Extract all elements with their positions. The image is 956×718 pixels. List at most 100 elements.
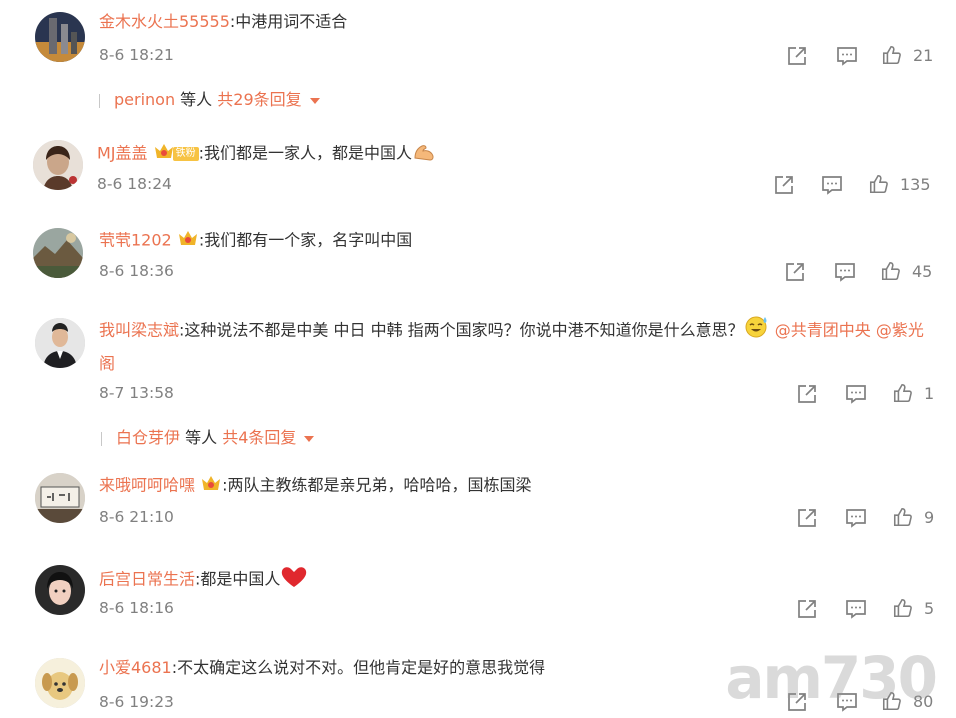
share-icon [788, 47, 806, 65]
share-icon [798, 600, 816, 618]
timestamp: 8-6 19:23 [99, 693, 174, 711]
timestamp: 8-6 18:21 [99, 46, 174, 64]
like-button[interactable]: 5 [892, 597, 934, 619]
comment-icon [846, 600, 866, 619]
timestamp: 8-6 18:24 [97, 175, 172, 193]
like-count: 21 [913, 45, 934, 65]
username-link[interactable]: 小爱4681 [99, 658, 172, 677]
like-button[interactable]: 9 [892, 506, 934, 528]
comment-body: 茕茕1202 :我们都有一个家，名字叫中国 [99, 228, 412, 254]
avatar[interactable] [35, 473, 85, 523]
comment-icon [822, 176, 842, 195]
flexed-biceps-icon [412, 140, 438, 168]
reply-mid: 等人 [180, 428, 223, 447]
like-count: 5 [924, 598, 935, 618]
comment-text: :中港用词不适合 [229, 12, 348, 31]
replies-summary[interactable]: 白仓芽伊 等人 共4条回复 [101, 424, 315, 448]
comment-text: :都是中国人 [195, 569, 281, 589]
sweat-smile-icon [744, 314, 770, 348]
thumbs-up-icon [869, 174, 888, 194]
comment-button[interactable] [833, 260, 857, 284]
share-icon [775, 176, 793, 194]
comment-actions: 5 [795, 597, 945, 621]
avatar[interactable] [35, 12, 85, 62]
reply-total[interactable]: 共29条回复 [217, 90, 301, 109]
avatar[interactable] [33, 140, 83, 190]
crown-icon [153, 141, 175, 167]
like-button[interactable]: 135 [868, 173, 931, 195]
fan-badge: 铁粉 [172, 147, 199, 161]
red-heart-icon [280, 565, 308, 595]
comment-button[interactable] [820, 173, 844, 197]
thumbs-up-icon [893, 383, 912, 403]
comment-body: 来哦呵呵哈嘿 :两队主教练都是亲兄弟，哈哈哈，国栋国梁 [99, 473, 532, 499]
like-count: 9 [924, 507, 935, 527]
crown-icon [177, 228, 199, 254]
reply-total[interactable]: 共4条回复 [222, 428, 296, 447]
divider [99, 93, 100, 108]
share-icon [786, 263, 804, 281]
repost-button[interactable] [795, 597, 819, 621]
reply-user[interactable]: 白仓芽伊 [116, 428, 180, 447]
repost-button[interactable] [783, 260, 807, 284]
avatar[interactable] [35, 658, 85, 708]
comment-actions: 135 [772, 173, 952, 197]
chevron-down-icon [304, 435, 315, 442]
like-button[interactable]: 1 [892, 382, 934, 404]
comment-text: :两队主教练都是亲兄弟，哈哈哈，国栋国梁 [222, 475, 532, 495]
reply-mid: 等人 [175, 90, 218, 109]
reply-user[interactable]: perinon [114, 90, 175, 109]
avatar[interactable] [33, 228, 83, 278]
username-link[interactable]: 来哦呵呵哈嘿 [99, 476, 195, 495]
repost-button[interactable] [795, 382, 819, 406]
avatar[interactable] [35, 565, 85, 615]
comment-body: 小爱4681:不太确定这么说对不对。但他肯定是好的意思我觉得 [99, 657, 545, 679]
thumbs-up-icon [882, 45, 901, 65]
like-button[interactable]: 45 [880, 260, 932, 282]
comment-body: 我叫梁志斌:这种说法不都是中美 中日 中韩 指两个国家吗？你说中港不知道你是什么… [99, 314, 939, 379]
comment-icon [837, 47, 857, 66]
username-link[interactable]: 茕茕1202 [99, 231, 172, 250]
comment-button[interactable] [835, 44, 859, 68]
comment-text: :不太确定这么说对不对。但他肯定是好的意思我觉得 [171, 658, 546, 677]
crown-icon [200, 473, 222, 499]
username-link[interactable]: 我叫梁志斌 [99, 321, 179, 340]
comment-actions: 1 [795, 382, 945, 406]
comment-text: :这种说法不都是中美 中日 中韩 指两个国家吗？你说中港不知道你是什么意思？ [179, 320, 744, 340]
timestamp: 8-6 18:36 [99, 262, 174, 280]
replies-summary[interactable]: perinon 等人 共29条回复 [99, 86, 320, 110]
divider [101, 431, 102, 446]
timestamp: 8-6 21:10 [99, 508, 174, 526]
comment-body: 金木水火土55555:中港用词不适合 [99, 11, 347, 33]
watermark-logo: am730 [725, 644, 938, 712]
comment-button[interactable] [844, 597, 868, 621]
comment-icon [846, 509, 866, 528]
share-icon [798, 385, 816, 403]
comment-body: MJ盖盖 铁粉:我们都是一家人，都是中国人 [97, 140, 438, 168]
username-link[interactable]: 金木水火土55555 [99, 12, 230, 31]
like-button[interactable]: 21 [881, 44, 933, 66]
timestamp: 8-7 13:58 [99, 384, 174, 402]
thumbs-up-icon [893, 598, 912, 618]
username-link[interactable]: 后宫日常生活 [99, 570, 195, 589]
username-link[interactable]: MJ盖盖 [97, 144, 148, 163]
like-count: 135 [900, 174, 931, 194]
comment-actions: 21 [785, 44, 945, 68]
comment-icon [846, 385, 866, 404]
repost-button[interactable] [795, 506, 819, 530]
avatar[interactable] [35, 318, 85, 368]
share-icon [798, 509, 816, 527]
repost-button[interactable] [772, 173, 796, 197]
like-count: 1 [924, 383, 935, 403]
comment-icon [835, 263, 855, 282]
repost-button[interactable] [785, 44, 809, 68]
comment-text: :我们都有一个家，名字叫中国 [198, 230, 413, 250]
mention-link[interactable]: @共青团中央 [770, 321, 871, 340]
thumbs-up-icon [893, 507, 912, 527]
comment-button[interactable] [844, 382, 868, 406]
comment-button[interactable] [844, 506, 868, 530]
like-count: 45 [912, 261, 933, 281]
comment-actions: 45 [783, 260, 948, 284]
chevron-down-icon [309, 97, 320, 104]
thumbs-up-icon [881, 261, 900, 281]
